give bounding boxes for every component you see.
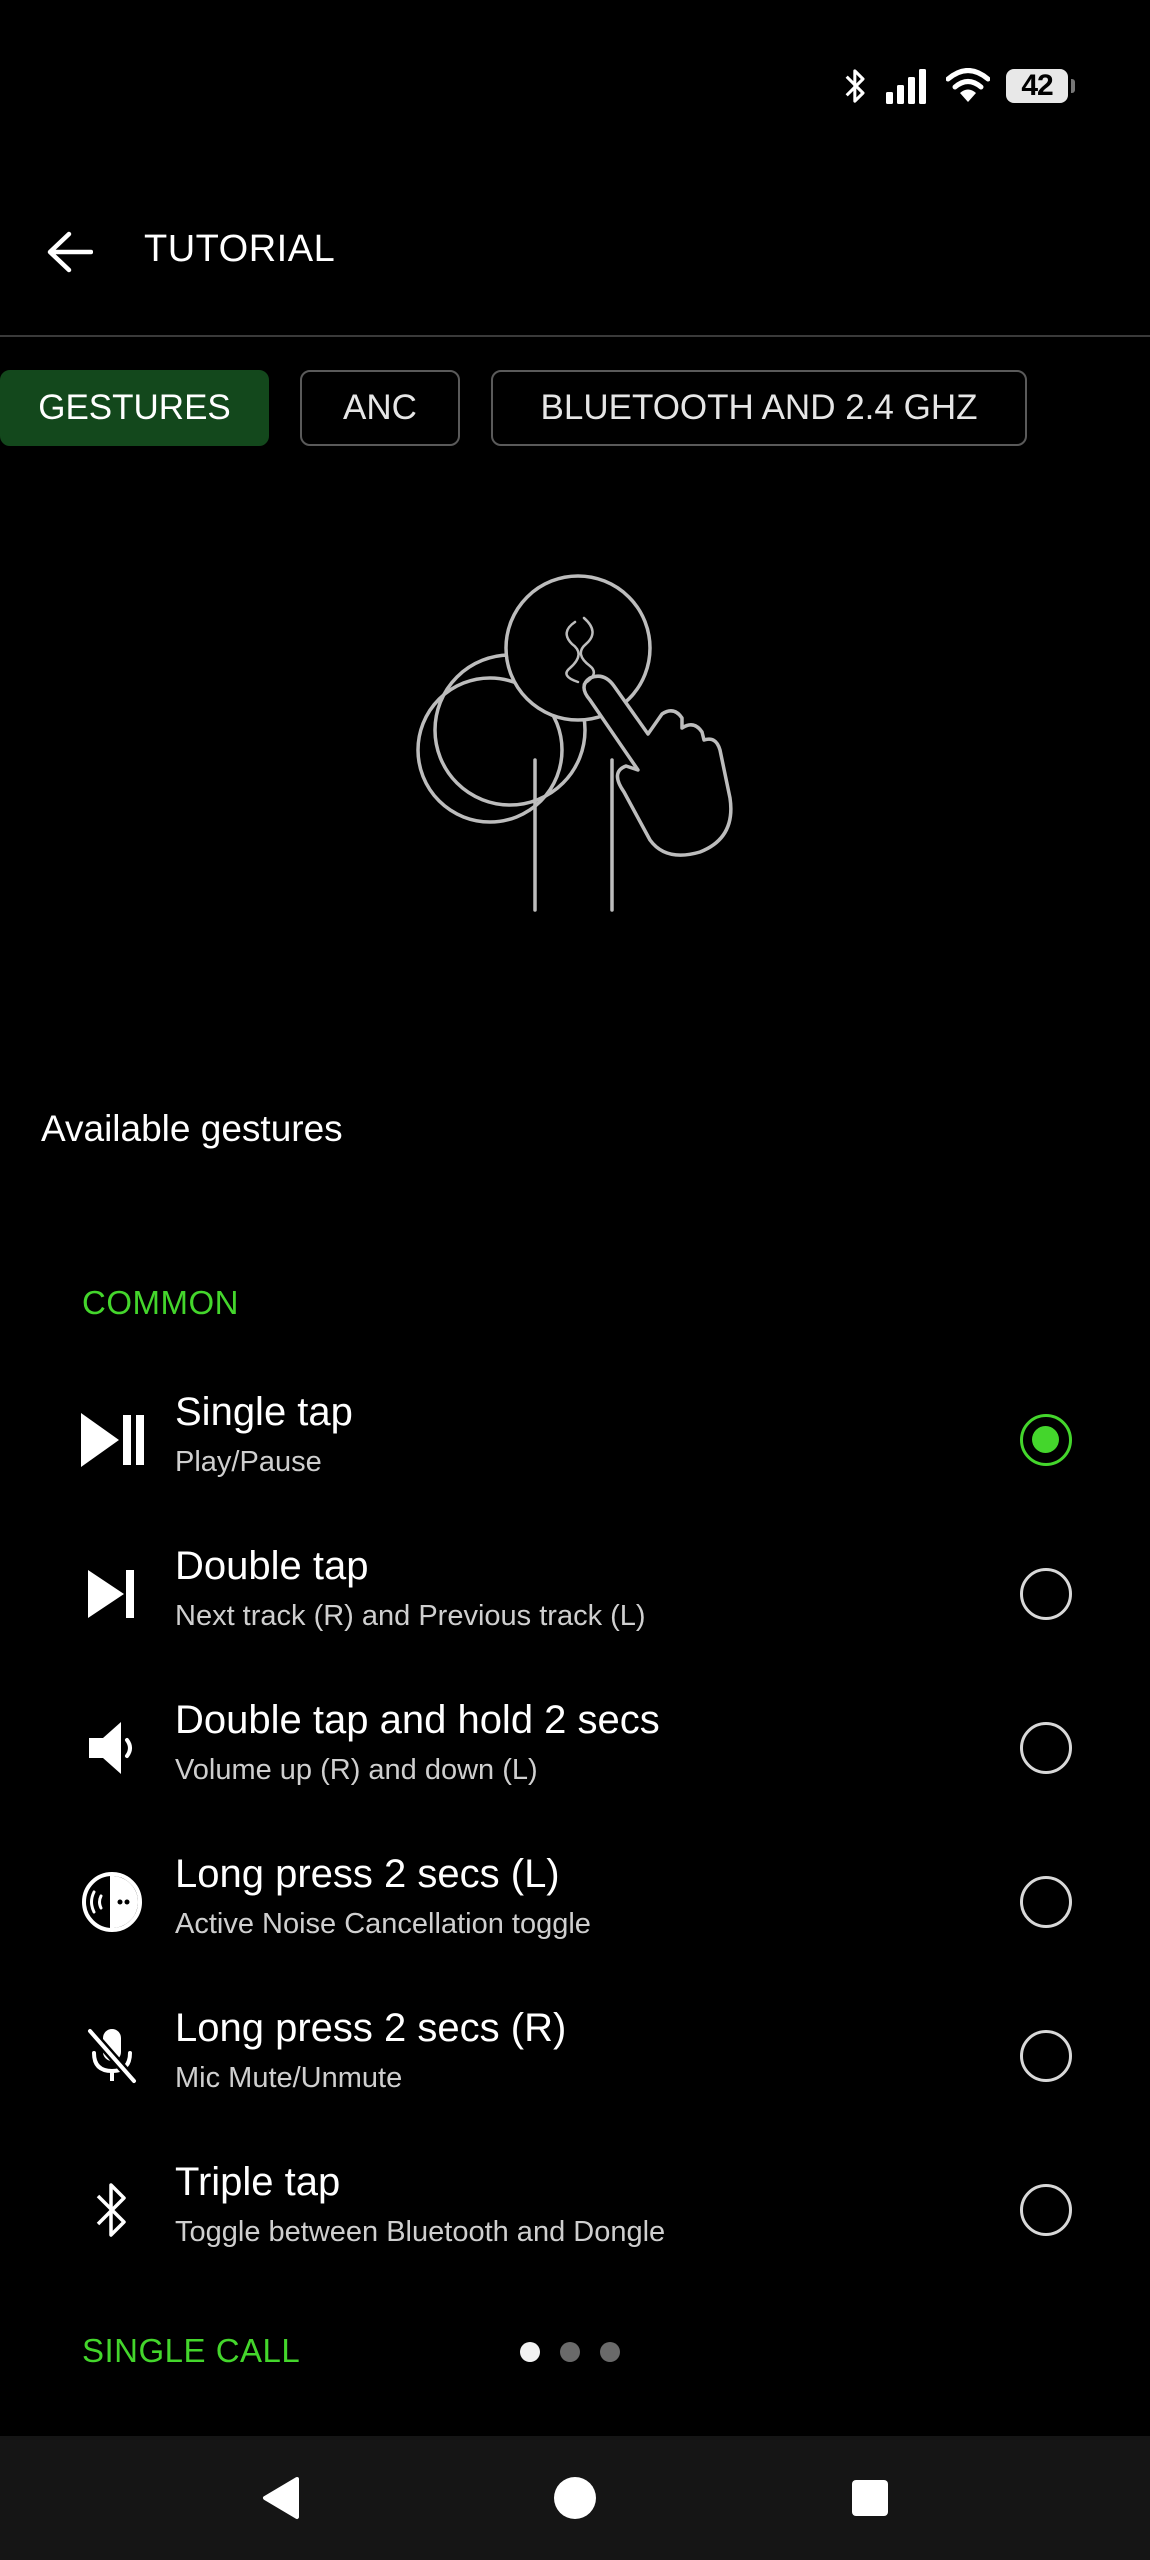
- system-nav-bar: [0, 2436, 1150, 2560]
- status-icons: 42: [842, 64, 1075, 108]
- skip-next-icon: [76, 1558, 148, 1630]
- gesture-title: Single tap: [175, 1390, 353, 1434]
- earbud-touch-gesture-illustration: [416, 574, 733, 912]
- nav-home-button[interactable]: [535, 2458, 615, 2538]
- gesture-title: Long press 2 secs (L): [175, 1852, 560, 1896]
- page-dot[interactable]: [560, 2342, 580, 2362]
- gesture-radio[interactable]: [1020, 1722, 1072, 1774]
- gesture-title: Double tap and hold 2 secs: [175, 1698, 660, 1742]
- play-pause-icon: [76, 1404, 148, 1476]
- status-bar: 42: [0, 0, 1150, 170]
- tab-anc[interactable]: ANC: [300, 370, 460, 446]
- gesture-row-double-tap[interactable]: Double tap Next track (R) and Previous t…: [0, 1530, 1150, 1670]
- group-label-common: COMMON: [82, 1284, 239, 1321]
- group-label-single-call: SINGLE CALL: [82, 2332, 301, 2369]
- wifi-icon: [946, 68, 990, 102]
- gesture-radio[interactable]: [1020, 1876, 1072, 1928]
- home-circle-icon: [554, 2477, 596, 2519]
- arrow-back-icon: [47, 231, 93, 273]
- gesture-row-single-tap[interactable]: Single tap Play/Pause: [0, 1376, 1150, 1516]
- gesture-radio[interactable]: [1020, 2184, 1072, 2236]
- bluetooth-icon: [845, 69, 865, 103]
- gesture-subtitle: Volume up (R) and down (L): [175, 1754, 538, 1786]
- gesture-title: Long press 2 secs (R): [175, 2006, 567, 2050]
- tab-bluetooth[interactable]: BLUETOOTH AND 2.4 GHZ: [491, 370, 1027, 446]
- page-title: TUTORIAL: [144, 228, 336, 270]
- anc-icon: [76, 1866, 148, 1938]
- nav-recents-button[interactable]: [830, 2458, 910, 2538]
- tab-gestures[interactable]: GESTURES: [0, 370, 269, 446]
- header-divider: [0, 335, 1150, 337]
- page-dot[interactable]: [600, 2342, 620, 2362]
- gesture-subtitle: Active Noise Cancellation toggle: [175, 1908, 591, 1940]
- gesture-row-long-press-left[interactable]: Long press 2 secs (L) Active Noise Cance…: [0, 1838, 1150, 1978]
- bluetooth-icon: [76, 2174, 148, 2246]
- gesture-radio[interactable]: [1020, 2030, 1072, 2082]
- recents-square-icon: [852, 2480, 888, 2516]
- gesture-subtitle: Play/Pause: [175, 1446, 322, 1478]
- signal-icon: [886, 69, 926, 104]
- gesture-row-triple-tap[interactable]: Triple tap Toggle between Bluetooth and …: [0, 2146, 1150, 2286]
- section-title: Available gestures: [41, 1108, 343, 1149]
- gesture-title: Double tap: [175, 1544, 369, 1588]
- gesture-subtitle: Toggle between Bluetooth and Dongle: [175, 2216, 666, 2248]
- app-bar: TUTORIAL: [0, 202, 1150, 302]
- gesture-radio[interactable]: [1020, 1414, 1072, 1466]
- nav-back-button[interactable]: [240, 2458, 320, 2538]
- gesture-radio[interactable]: [1020, 1568, 1072, 1620]
- back-button[interactable]: [40, 222, 100, 282]
- page-indicator: [520, 2342, 620, 2362]
- gesture-subtitle: Next track (R) and Previous track (L): [175, 1600, 646, 1632]
- gesture-row-double-tap-hold[interactable]: Double tap and hold 2 secs Volume up (R)…: [0, 1684, 1150, 1824]
- gesture-row-long-press-right[interactable]: Long press 2 secs (R) Mic Mute/Unmute: [0, 1992, 1150, 2132]
- gesture-subtitle: Mic Mute/Unmute: [175, 2062, 403, 2094]
- back-triangle-icon: [263, 2477, 299, 2519]
- page-dot[interactable]: [520, 2342, 540, 2362]
- volume-icon: [76, 1712, 148, 1784]
- battery-level: 42: [1021, 69, 1053, 102]
- mic-off-icon: [76, 2020, 148, 2092]
- battery-icon: 42: [1006, 69, 1075, 103]
- gesture-title: Triple tap: [175, 2160, 341, 2204]
